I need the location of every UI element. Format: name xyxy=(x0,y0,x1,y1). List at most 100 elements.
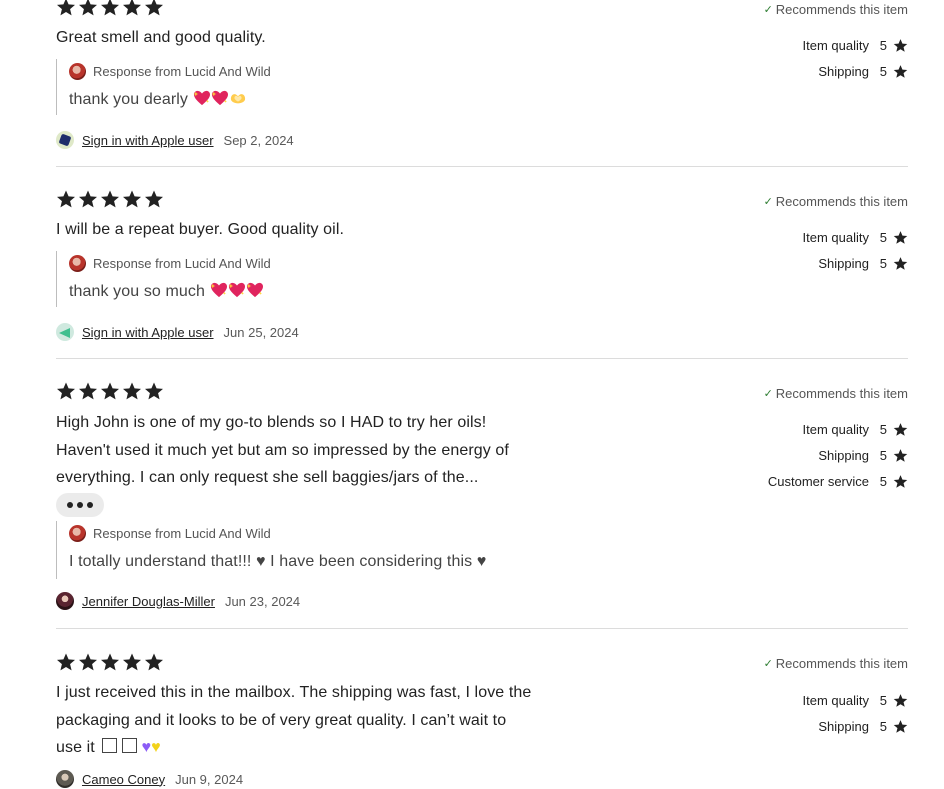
recommends-label: Recommends this item xyxy=(775,386,908,401)
star-icon xyxy=(56,652,76,672)
response-header: Response from Lucid And Wild xyxy=(69,255,271,272)
recommends-badge: ✓ Recommends this item xyxy=(764,656,908,671)
rating-value: 5 xyxy=(879,230,887,245)
star-icon xyxy=(893,474,908,489)
review-card: I just received this in the mailbox. The… xyxy=(56,652,908,789)
review-divider xyxy=(56,166,908,167)
heart-hands-icon xyxy=(229,90,247,106)
reviewer-name-link[interactable]: Cameo Coney xyxy=(82,772,165,787)
reviewer-avatar xyxy=(56,323,74,341)
star-icon xyxy=(100,381,120,401)
rating-row: Item quality 5 xyxy=(803,693,908,708)
dot-icon xyxy=(87,502,93,508)
response-text-row: thank you dearly xyxy=(69,90,247,109)
review-card: High John is one of my go-to blends so I… xyxy=(56,381,908,621)
star-icon xyxy=(100,0,120,17)
review-divider xyxy=(56,628,908,629)
star-icon xyxy=(56,0,76,17)
star-icon xyxy=(122,0,142,17)
review-text: I will be a repeat buyer. Good quality o… xyxy=(56,221,345,238)
review-star-rating xyxy=(56,0,164,17)
review-date: Jun 25, 2024 xyxy=(223,324,299,340)
check-icon: ✓ xyxy=(763,196,773,208)
response-header: Response from Lucid And Wild xyxy=(69,525,271,542)
glyph-box-icon xyxy=(121,738,137,753)
review-text-line-last: use it ♥♥ xyxy=(56,734,636,762)
star-icon xyxy=(122,652,142,672)
review-date: Sep 2, 2024 xyxy=(223,132,294,148)
rating-row: Shipping 5 xyxy=(818,256,908,271)
star-icon xyxy=(893,719,908,734)
review-date: Jun 9, 2024 xyxy=(175,771,244,787)
star-icon xyxy=(144,652,164,672)
rating-value: 5 xyxy=(879,693,887,708)
star-icon xyxy=(56,189,76,209)
star-icon xyxy=(893,230,908,245)
review-date: Jun 23, 2024 xyxy=(224,593,301,609)
rating-label: Item quality xyxy=(802,38,869,53)
rating-label: Item quality xyxy=(802,422,869,437)
star-icon xyxy=(893,693,908,708)
recommends-label: Recommends this item xyxy=(775,194,908,209)
purple-heart-icon: ♥ xyxy=(141,739,152,756)
star-icon xyxy=(122,381,142,401)
dot-icon xyxy=(77,502,83,508)
star-icon xyxy=(78,189,98,209)
reviewer-info: Sign in with Apple user Jun 25, 2024 xyxy=(56,323,299,341)
reviewer-avatar xyxy=(56,770,74,788)
star-icon xyxy=(100,652,120,672)
response-from-label: Response from Lucid And Wild xyxy=(93,526,271,541)
review-text: High John is one of my go-to blends so I… xyxy=(56,409,616,492)
review-text-line: Haven't used it much yet but am so impre… xyxy=(56,441,509,459)
reviewer-info: Sign in with Apple user Sep 2, 2024 xyxy=(56,131,294,149)
star-icon xyxy=(56,381,76,401)
star-icon xyxy=(100,189,120,209)
rating-label: Shipping xyxy=(818,448,869,463)
rating-row: Shipping 5 xyxy=(818,448,908,463)
star-icon xyxy=(144,381,164,401)
star-icon xyxy=(893,448,908,463)
sparkling-heart-icon xyxy=(228,282,246,298)
rating-row: Customer service 5 xyxy=(768,474,908,489)
review-star-rating xyxy=(56,652,164,672)
rating-label: Customer service xyxy=(767,474,869,489)
recommends-badge: ✓ Recommends this item xyxy=(764,386,908,401)
rating-value: 5 xyxy=(879,474,887,489)
recommends-label: Recommends this item xyxy=(775,656,908,671)
rating-row: Item quality 5 xyxy=(803,230,908,245)
star-icon xyxy=(893,422,908,437)
rating-value: 5 xyxy=(879,64,887,79)
star-icon xyxy=(893,64,908,79)
star-icon xyxy=(893,38,908,53)
review-text: I just received this in the mailbox. The… xyxy=(56,679,636,762)
read-more-button[interactable] xyxy=(56,493,104,517)
response-text: thank you so much xyxy=(69,283,205,300)
star-icon xyxy=(78,652,98,672)
recommends-label: Recommends this item xyxy=(775,2,908,17)
recommends-badge: ✓ Recommends this item xyxy=(764,2,908,17)
sparkling-heart-icon xyxy=(193,90,211,106)
response-header: Response from Lucid And Wild xyxy=(69,63,271,80)
rating-label: Shipping xyxy=(818,64,869,79)
sparkling-heart-icon xyxy=(246,282,264,298)
rating-row: Item quality 5 xyxy=(803,422,908,437)
sparkling-heart-icon xyxy=(211,90,229,106)
reviewer-name-link[interactable]: Sign in with Apple user xyxy=(82,325,214,340)
check-icon: ✓ xyxy=(763,658,773,670)
review-star-rating xyxy=(56,381,164,401)
review-text-line: everything. I can only request she sell … xyxy=(56,469,479,486)
rating-value: 5 xyxy=(879,38,887,53)
star-icon xyxy=(144,189,164,209)
reviewer-name-link[interactable]: Sign in with Apple user xyxy=(82,133,214,148)
star-icon xyxy=(78,0,98,17)
shop-avatar xyxy=(69,255,86,272)
reviewer-name-link[interactable]: Jennifer Douglas-Miller xyxy=(82,594,215,609)
star-icon xyxy=(78,381,98,401)
reviewer-info: Jennifer Douglas-Miller Jun 23, 2024 xyxy=(56,592,300,610)
reviewer-avatar xyxy=(56,131,74,149)
star-icon xyxy=(893,256,908,271)
yellow-heart-icon: ♥ xyxy=(151,739,161,756)
dot-icon xyxy=(67,502,73,508)
rating-value: 5 xyxy=(879,448,887,463)
review-card: I will be a repeat buyer. Good quality o… xyxy=(56,189,908,359)
